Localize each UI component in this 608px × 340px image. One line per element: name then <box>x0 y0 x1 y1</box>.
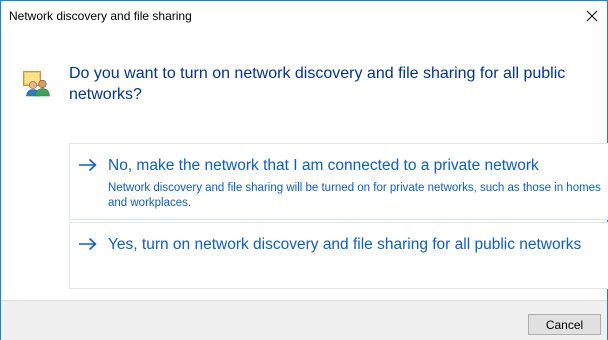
public-network-option-title: Yes, turn on network discovery and file … <box>108 236 582 253</box>
network-discovery-dialog: Network discovery and file sharing Do yo… <box>0 0 608 340</box>
title-bar[interactable]: Network discovery and file sharing <box>1 1 607 31</box>
network-users-icon <box>23 71 50 97</box>
main-instruction: Do you want to turn on network discovery… <box>69 65 566 103</box>
private-network-option-title: No, make the network that I am connected… <box>108 157 539 174</box>
private-network-option-description: Network discovery and file sharing will … <box>108 182 601 209</box>
cancel-button[interactable]: Cancel <box>528 314 601 335</box>
window-title: Network discovery and file sharing <box>9 9 192 23</box>
arrow-right-icon <box>79 158 97 172</box>
close-icon <box>586 10 598 22</box>
close-button[interactable] <box>577 1 607 31</box>
public-network-option[interactable]: Yes, turn on network discovery and file … <box>69 222 608 289</box>
arrow-right-icon <box>79 237 97 251</box>
dialog-footer: Cancel <box>1 300 607 340</box>
private-network-option[interactable]: No, make the network that I am connected… <box>69 143 608 220</box>
